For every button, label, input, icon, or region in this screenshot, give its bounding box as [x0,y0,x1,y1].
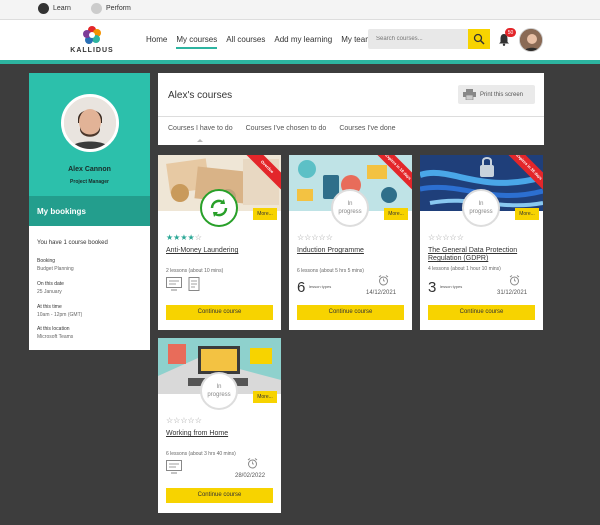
nav-home[interactable]: Home [146,35,167,49]
rating-stars[interactable]: ☆☆☆☆☆ [428,233,464,242]
nav-all-courses[interactable]: All courses [226,35,265,49]
star-empty-icon: ☆☆☆☆☆ [297,233,333,242]
profile-name: Alex Cannon [68,166,111,173]
more-button[interactable]: More... [515,208,539,220]
star-icon: ★★★★ [166,233,195,242]
due-date: 28/02/2022 [235,473,266,479]
learn-mode[interactable]: Learn [38,3,71,14]
course-lessons: 6 lessons (about 3 hrs 40 mins) [166,451,236,457]
tab-have-to-do[interactable]: Courses I have to do [168,125,233,132]
booking-value: Budget Planning [37,266,74,272]
star-empty-icon: ☆☆☆☆☆ [166,416,202,425]
elearning-icon [166,460,182,474]
profile-role: Project Manager [70,179,109,185]
due-date: 31/12/2021 [497,290,528,296]
continue-course-button[interactable]: Continue course [297,305,404,320]
perform-mode[interactable]: Perform [91,3,131,14]
search-icon [473,33,485,45]
booking-label: Booking [37,258,56,264]
header-divider [158,116,544,117]
star-empty-icon: ☆ [194,233,202,242]
course-tabs: Courses I have to do Courses I've chosen… [168,125,409,132]
lesson-types-count: 3 [428,279,437,296]
time-value: 10am - 12pm (GMT) [37,312,83,318]
tab-done[interactable]: Courses I've done [339,125,395,132]
location-value: Microsoft Teams [37,334,74,340]
course-title[interactable]: The General Data Protection Regulation (… [428,247,538,263]
main-nav: Home My courses All courses Add my learn… [146,35,381,49]
course-card: In progress More... ☆☆☆☆☆ Working from Ho… [158,338,281,513]
date-label: On this date [37,281,64,287]
notification-badge: 50 [505,28,516,37]
progress-circle: In progress [462,189,500,227]
active-tab-indicator [197,139,203,142]
bookings-intro: You have 1 course booked [37,240,108,246]
star-empty-icon: ☆☆☆☆☆ [428,233,464,242]
lesson-types-count: 6 [297,279,306,296]
perform-icon [91,3,102,14]
printer-icon [463,89,476,100]
more-button[interactable]: More... [384,208,408,220]
more-button[interactable]: More... [253,391,277,403]
course-lessons: 6 lessons (about 5 hrs 5 mins) [297,268,364,274]
progress-circle: In progress [331,189,369,227]
refresh-icon [210,199,228,217]
perform-label: Perform [106,5,131,12]
bookings-panel: You have 1 course booked Booking Budget … [29,226,150,350]
completion-circle [200,189,238,227]
logo-text: KALLIDUS [70,47,114,54]
nav-my-courses[interactable]: My courses [176,35,218,49]
more-button[interactable]: More... [253,208,277,220]
search-box [368,29,490,49]
rating-stars[interactable]: ☆☆☆☆☆ [166,416,202,425]
course-lessons: 4 lessons (about 1 hour 10 mins) [428,266,501,272]
course-card: Expires in 35 days In progress More... ☆☆… [420,155,543,330]
logo-flower-icon [83,26,101,44]
print-label: Print this screen [480,91,524,98]
course-card: Overdue More... ★★★★☆ Anti-Money Launder… [158,155,281,330]
page-title: Alex's courses [168,90,233,101]
course-title[interactable]: Anti-Money Laundering [166,247,276,255]
course-title[interactable]: Working from Home [166,430,276,438]
date-value: 25 January [37,289,62,295]
continue-course-button[interactable]: Continue course [166,305,273,320]
alarm-clock-icon [247,458,258,469]
learn-icon [38,3,49,14]
document-icon [188,277,200,291]
elearning-icon [166,277,182,291]
rating-stars[interactable]: ☆☆☆☆☆ [297,233,333,242]
due-date: 14/12/2021 [366,290,397,296]
continue-course-button[interactable]: Continue course [166,488,273,503]
time-label: At this time [37,304,62,310]
learn-label: Learn [53,5,71,12]
logo[interactable]: KALLIDUS [62,25,122,59]
location-label: At this location [37,326,70,332]
header-stripe [0,60,600,64]
user-avatar[interactable] [519,28,543,52]
mode-bar: Learn Perform [0,0,600,20]
profile-avatar [61,94,119,152]
course-card: Expires in 18 days In progress More... ☆☆… [289,155,412,330]
profile-photo [64,97,116,149]
search-input[interactable] [368,29,468,49]
progress-circle: In progress [200,372,238,410]
bookings-heading: My bookings [29,196,150,226]
lesson-types-label: lesson types [440,284,463,289]
alarm-clock-icon [378,275,389,286]
course-title[interactable]: Induction Programme [297,247,407,255]
continue-course-button[interactable]: Continue course [428,305,535,320]
courses-header-panel: Alex's courses Print this screen Courses… [158,73,544,145]
alarm-clock-icon [509,275,520,286]
nav-add-my-learning[interactable]: Add my learning [274,35,332,49]
search-button[interactable] [468,29,490,49]
profile-panel: Alex Cannon Project Manager [29,73,150,196]
print-button[interactable]: Print this screen [458,85,535,104]
rating-stars[interactable]: ★★★★☆ [166,233,202,242]
course-lessons: 2 lessons (about 10 mins) [166,268,224,274]
lesson-types-label: lesson types [309,284,332,289]
tab-chosen-to-do[interactable]: Courses I've chosen to do [246,125,327,132]
